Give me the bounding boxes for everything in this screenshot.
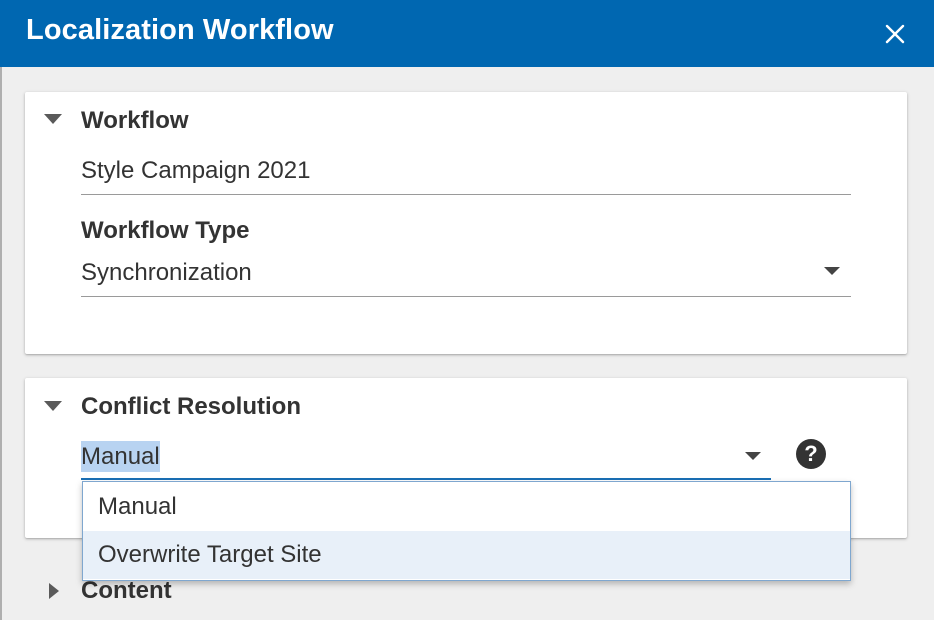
collapse-conflict-icon[interactable]: [44, 401, 62, 411]
conflict-resolution-dropdown: Manual Overwrite Target Site: [82, 481, 851, 581]
dropdown-option-manual[interactable]: Manual: [83, 483, 850, 531]
dialog-title: Localization Workflow: [26, 14, 334, 46]
localization-workflow-dialog: Localization Workflow Workflow Style Cam…: [0, 0, 934, 620]
conflict-section-title: Conflict Resolution: [81, 393, 301, 420]
conflict-select-underline: [81, 478, 771, 480]
workflow-type-select[interactable]: Synchronization: [81, 259, 252, 287]
dropdown-option-overwrite-target-site[interactable]: Overwrite Target Site: [83, 531, 850, 579]
question-circle-icon[interactable]: ?: [796, 439, 826, 469]
conflict-resolution-select[interactable]: Manual: [81, 441, 160, 472]
content-section-title: Content: [81, 577, 172, 604]
chevron-down-icon[interactable]: [745, 452, 761, 460]
collapse-workflow-icon[interactable]: [44, 114, 62, 124]
workflow-name-underline: [81, 194, 851, 195]
close-icon: [885, 24, 905, 44]
workflow-type-label: Workflow Type: [81, 217, 250, 244]
expand-content-icon[interactable]: [49, 583, 59, 599]
dialog-header: Localization Workflow: [0, 0, 934, 67]
close-button[interactable]: [876, 15, 914, 53]
workflow-name-field[interactable]: Style Campaign 2021: [81, 157, 310, 185]
workflow-section-title: Workflow: [81, 107, 189, 134]
chevron-down-icon[interactable]: [824, 267, 840, 275]
workflow-type-underline: [81, 296, 851, 297]
